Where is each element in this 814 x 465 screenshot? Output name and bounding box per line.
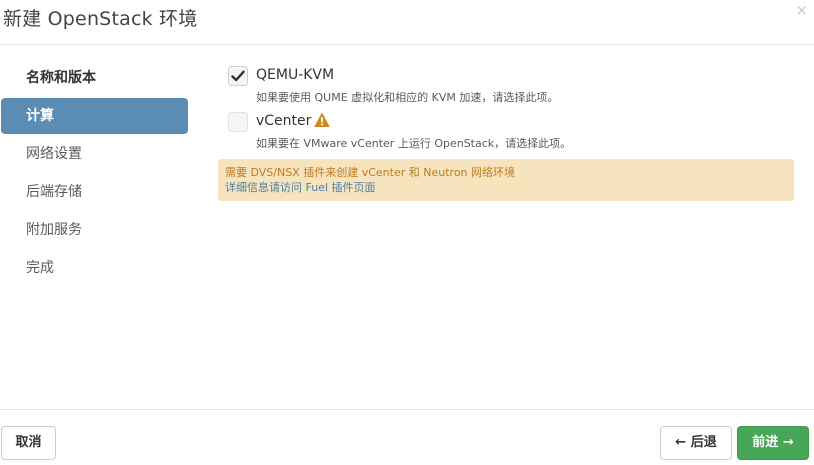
sidebar-item-finish[interactable]: 完成 bbox=[1, 250, 188, 286]
option-qemu-kvm: QEMU-KVM 如果要使用 QUME 虚拟化和相应的 KVM 加速，请选择此项… bbox=[218, 64, 794, 110]
check-icon bbox=[231, 70, 245, 82]
sidebar-item-network[interactable]: 网络设置 bbox=[1, 136, 188, 172]
alert-message: 需要 DVS/NSX 插件来创建 vCenter 和 Neutron 网络环境 bbox=[225, 166, 516, 179]
sidebar-item-additional-services[interactable]: 附加服务 bbox=[1, 212, 188, 248]
sidebar-item-label: 后端存储 bbox=[26, 184, 82, 200]
qemu-kvm-description: 如果要使用 QUME 虚拟化和相应的 KVM 加速，请选择此项。 bbox=[256, 91, 559, 104]
sidebar-item-label: 完成 bbox=[26, 260, 54, 276]
sidebar-item-label: 计算 bbox=[26, 108, 54, 124]
warning-icon[interactable] bbox=[314, 112, 330, 128]
fuel-plugins-link[interactable]: 详细信息请访问 Fuel 插件页面 bbox=[225, 180, 787, 195]
qemu-kvm-checkbox[interactable] bbox=[228, 66, 248, 86]
sidebar-item-label: 网络设置 bbox=[26, 146, 82, 162]
sidebar-item-name-and-release[interactable]: 名称和版本 bbox=[1, 60, 188, 96]
dialog-title: 新建 OpenStack 环境 bbox=[3, 8, 198, 30]
cancel-button[interactable]: 取消 bbox=[1, 426, 56, 460]
next-button-label: 前进 bbox=[752, 435, 779, 450]
vcenter-description: 如果要在 VMware vCenter 上运行 OpenStack，请选择此项。 bbox=[256, 137, 572, 150]
sidebar-item-storage[interactable]: 后端存储 bbox=[1, 174, 188, 210]
sidebar-item-compute[interactable]: 计算 bbox=[1, 98, 188, 134]
qemu-kvm-label[interactable]: QEMU-KVM bbox=[256, 67, 334, 83]
back-button-label: 后退 bbox=[690, 435, 717, 450]
sidebar-item-label: 名称和版本 bbox=[26, 70, 96, 86]
vcenter-plugin-alert: 需要 DVS/NSX 插件来创建 vCenter 和 Neutron 网络环境 … bbox=[218, 159, 794, 201]
vcenter-checkbox[interactable] bbox=[228, 112, 248, 132]
next-button[interactable]: 前进 → bbox=[737, 426, 809, 460]
cancel-button-label: 取消 bbox=[15, 435, 42, 450]
compute-panel: QEMU-KVM 如果要使用 QUME 虚拟化和相应的 KVM 加速，请选择此项… bbox=[218, 64, 794, 201]
option-vcenter: vCenter 如果要在 VMware vCenter 上运行 OpenStac… bbox=[218, 110, 794, 156]
sidebar-item-label: 附加服务 bbox=[26, 222, 82, 238]
wizard-sidebar: 名称和版本 计算 网络设置 后端存储 附加服务 完成 bbox=[0, 60, 190, 288]
close-icon[interactable]: × bbox=[795, 3, 808, 18]
arrow-right-icon: → bbox=[782, 435, 794, 450]
dialog-footer: 取消 ← 后退 前进 → bbox=[0, 409, 814, 465]
vcenter-label: vCenter bbox=[256, 113, 312, 129]
arrow-left-icon: ← bbox=[675, 435, 687, 450]
back-button[interactable]: ← 后退 bbox=[660, 426, 732, 460]
dialog-header: 新建 OpenStack 环境 × bbox=[0, 0, 814, 45]
